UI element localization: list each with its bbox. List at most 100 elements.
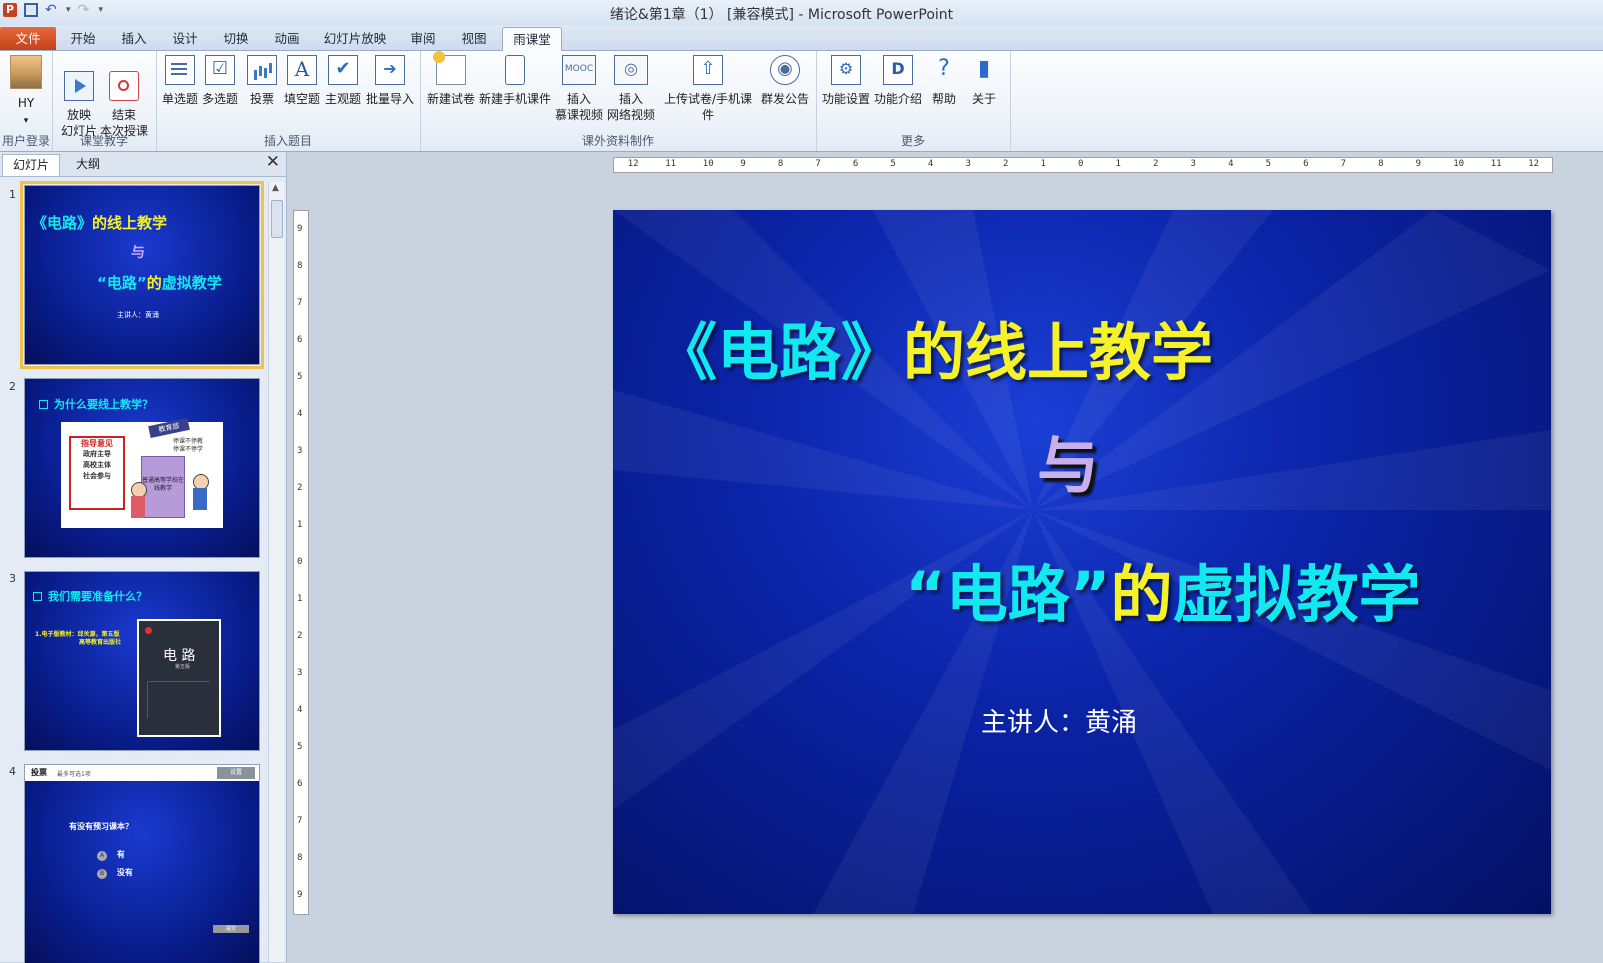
single-choice-button[interactable]: 单选题 — [160, 55, 200, 107]
ruler-tick-label: 0 — [1078, 159, 1084, 169]
slide-number: 1 — [9, 188, 16, 201]
new-paper-icon — [433, 51, 466, 85]
thumb2-illustration: 指导意见 政府主导 高校主体 社会参与 教育部 停课不停教 停课不停学 普通高等学… — [61, 417, 223, 528]
insert-web-video-button[interactable]: ◎ 插入 网络视频 — [606, 55, 656, 123]
slide-title-line2: “电路”的虚拟教学 — [905, 544, 1421, 634]
tab-yuketang[interactable]: 雨课堂 — [502, 27, 562, 52]
slide-thumbnail-1[interactable]: 《电路》的线上教学 与 “电路”的虚拟教学 主讲人：黄涌 — [20, 181, 264, 369]
current-slide[interactable]: 《电路》的线上教学 与 “电路”的虚拟教学 主讲人：黄涌 — [613, 210, 1551, 914]
ruler-tick-label: 6 — [1303, 159, 1309, 169]
feature-settings-button[interactable]: ⚙ 功能设置 — [820, 55, 872, 107]
insert-mooc-video-button[interactable]: MOOC 插入 慕课视频 — [554, 55, 604, 123]
title1-yellow-part: 的线上教学 — [903, 316, 1214, 389]
vote-button[interactable]: 投票 — [242, 55, 282, 107]
ruler-tick-label: 9 — [1415, 159, 1422, 169]
ruler-tick-label: 2 — [1002, 159, 1009, 169]
upload-icon: ⇧ — [693, 55, 723, 85]
slide-thumbnail-3[interactable]: 我们需要准备什么？ 1.电子版教材：邱关源，第五版 高等教育出版社 电 路 第五… — [24, 571, 260, 751]
ruler-tick-label: 11 — [665, 159, 677, 169]
vote-chart-icon — [247, 55, 277, 85]
fill-blank-button[interactable]: A 填空题 — [282, 55, 322, 107]
slide-connector: 与 — [1037, 429, 1100, 502]
horizontal-ruler: 12 11 10 9 8 7 6 5 4 3 2 1 0 1 2 3 4 5 6 7 8 9 10 11 12 — [613, 157, 1553, 173]
thumb1-subtitle-a: “电路” — [97, 274, 147, 292]
ruler-tick-label: 5 — [297, 741, 303, 752]
ruler-tick-label: 7 — [815, 159, 821, 169]
tab-insert[interactable]: 插入 — [113, 27, 155, 50]
group-label: 课堂教学 — [79, 134, 128, 148]
scroll-up-icon[interactable]: ▲ — [272, 183, 279, 193]
slide-number: 4 — [9, 765, 16, 778]
end-class-icon — [109, 71, 139, 101]
start-slideshow-button[interactable]: 放映 幻灯片 — [56, 55, 102, 139]
fill-blank-icon: A — [287, 55, 317, 85]
scrollbar-thumb[interactable] — [271, 200, 283, 238]
ruler-tick-label: 4 — [927, 159, 934, 169]
multiple-choice-button[interactable]: ☑ 多选题 — [200, 55, 240, 107]
slide-presenter: 主讲人：黄涌 — [981, 708, 1138, 738]
ruler-tick-label: 6 — [852, 159, 859, 169]
ruler-tick-label: 6 — [297, 334, 303, 345]
ruler-tick-label: 3 — [297, 667, 303, 678]
title2-cyan-part: “电路” — [905, 558, 1111, 631]
ruler-tick-label: 5 — [1265, 159, 1272, 169]
thumb4-submit: 提交 — [213, 925, 249, 933]
tab-file[interactable]: 文件 — [0, 27, 56, 50]
slide-number: 3 — [9, 572, 16, 585]
user-login-button[interactable]: HY ▾ — [8, 55, 44, 129]
mobile-phone-icon — [505, 55, 525, 85]
close-pane-icon[interactable]: ✕ — [266, 152, 280, 172]
vertical-ruler: 9 8 7 6 5 4 3 2 1 0 1 2 3 4 5 6 7 8 9 — [293, 210, 309, 915]
ruler-tick-label: 2 — [1153, 159, 1159, 169]
end-class-button[interactable]: 结束 本次授课 — [98, 55, 150, 139]
ruler-tick-label: 9 — [297, 223, 303, 234]
web-video-icon: ◎ — [614, 55, 648, 85]
tab-outline[interactable]: 大纲 — [60, 154, 116, 175]
slide-thumbnail-2[interactable]: 为什么要线上教学？ 指导意见 政府主导 高校主体 社会参与 教育部 停课不停教停… — [24, 378, 260, 558]
thumb3-line2: 高等教育出版社 — [79, 639, 122, 646]
group-classroom: 放映 幻灯片 结束 本次授课 课堂教学 — [52, 51, 157, 151]
thumb1-title-b: 的线上教学 — [92, 214, 168, 232]
ruler-tick-label: 3 — [297, 445, 303, 456]
ribbon: HY ▾ 用户登录 放映 幻灯片 结束 本次授课 课堂教学 单选题 ☑ 多选题 投… — [0, 51, 1603, 152]
tab-view[interactable]: 视图 — [453, 27, 495, 50]
group-more: ⚙ 功能设置 D 功能介绍 ? 帮助 ▮ 关于 更多 — [816, 51, 1011, 151]
about-button[interactable]: ▮ 关于 — [968, 55, 1000, 107]
slides-pane-scrollbar[interactable]: ▲ — [268, 182, 284, 962]
tab-home[interactable]: 开始 — [62, 27, 104, 50]
group-insert-question: 单选题 ☑ 多选题 投票 A 填空题 ✔ 主观题 ➔ 批量导入 插入题目 — [156, 51, 421, 151]
upload-paper-button[interactable]: ⇧ 上传试卷/手机课件 — [658, 55, 758, 123]
tab-slides[interactable]: 幻灯片 — [2, 154, 60, 176]
tab-animations[interactable]: 动画 — [266, 27, 308, 50]
user-dropdown-icon: ▾ — [23, 116, 29, 126]
broadcast-notice-button[interactable]: ◉ 群发公告 — [760, 55, 810, 107]
subjective-button[interactable]: ✔ 主观题 — [323, 55, 363, 107]
title2-cyan-part-2: 虚拟教学 — [1172, 558, 1421, 631]
tab-review[interactable]: 审阅 — [402, 27, 444, 50]
broadcast-icon: ◉ — [770, 55, 800, 85]
subjective-icon: ✔ — [328, 55, 358, 85]
feature-intro-button[interactable]: D 功能介绍 — [872, 55, 924, 107]
slideshow-play-icon — [64, 71, 94, 101]
new-paper-button[interactable]: 新建试卷 — [426, 51, 476, 107]
thumb4-question: 有没有预习课本？ — [69, 822, 133, 831]
thumb3-book-cover: 电 路 第五版 — [137, 619, 221, 737]
thumb3-question: 我们需要准备什么？ — [33, 588, 147, 604]
help-button[interactable]: ? 帮助 — [928, 55, 960, 107]
ruler-tick-label: 1 — [297, 593, 303, 604]
slides-pane: 幻灯片 大纲 ✕ 1 《电路》的线上教学 与 “电路”的虚拟教学 主讲人：黄涌 … — [0, 152, 287, 963]
mooc-video-icon: MOOC — [562, 55, 596, 85]
user-avatar-icon — [10, 55, 42, 89]
batch-import-button[interactable]: ➔ 批量导入 — [364, 55, 416, 107]
group-label: 插入题目 — [263, 134, 312, 148]
tab-design[interactable]: 设计 — [164, 27, 206, 50]
tab-slideshow[interactable]: 幻灯片放映 — [318, 27, 392, 50]
ruler-tick-label: 8 — [297, 852, 303, 863]
ruler-tick-label: 8 — [777, 159, 784, 169]
slide-thumbnail-4[interactable]: 投票 最多可选1项 设置 有没有预习课本？ A 有 B 没有 提交 — [24, 764, 260, 963]
ribbon-tab-bar: 文件 开始 插入 设计 切换 动画 幻灯片放映 审阅 视图 雨课堂 — [0, 25, 1603, 52]
tab-transitions[interactable]: 切换 — [215, 27, 257, 50]
ruler-tick-label: 1 — [1115, 159, 1121, 169]
thumb1-connector: 与 — [131, 245, 145, 261]
new-mobile-courseware-button[interactable]: 新建手机课件 — [478, 55, 552, 107]
